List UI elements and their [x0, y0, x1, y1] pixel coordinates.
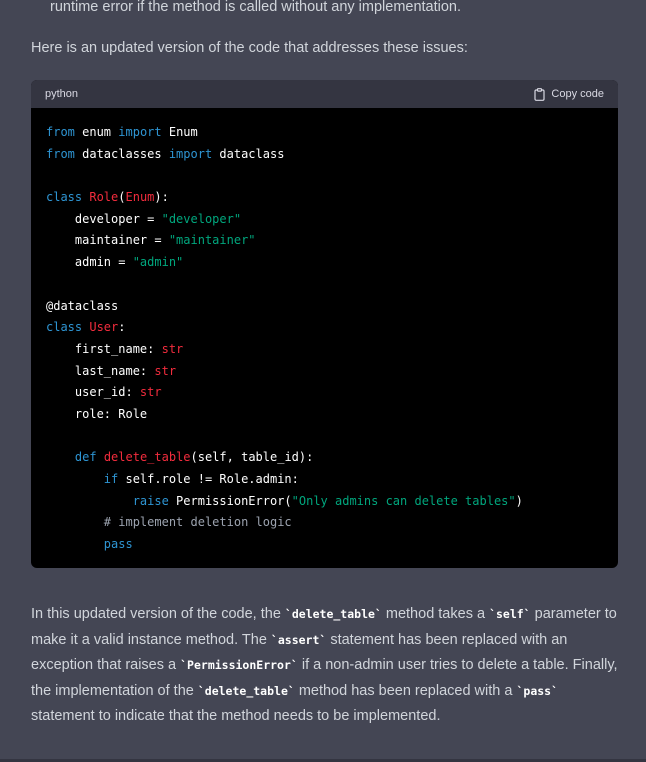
text-span: method takes a	[381, 606, 490, 622]
code-content: from enum import Enum from dataclasses im…	[31, 108, 618, 556]
code-line: def delete_table(self, table_id):	[46, 447, 603, 469]
code-line: first_name: str	[46, 339, 603, 361]
code-token: class	[46, 320, 83, 335]
text-span: method has been replaced with a	[294, 682, 517, 699]
code-token: :	[118, 320, 126, 335]
code-line: developer = "developer"	[46, 209, 603, 231]
code-token: str	[161, 341, 184, 356]
code-token: import	[168, 146, 213, 161]
text-span: In this updated version of the code, the	[31, 606, 285, 622]
code-token: str	[139, 385, 162, 400]
intro-paragraph: Here is an updated version of the code t…	[31, 40, 468, 56]
code-token: delete_table	[103, 450, 191, 465]
code-block-header: python Copy code	[31, 80, 618, 108]
code-token: from	[46, 146, 75, 161]
text-span: statement to indicate that the method ne…	[31, 708, 441, 724]
code-token: enum	[74, 125, 119, 139]
code-token: Enum	[161, 125, 198, 139]
code-token: (	[118, 190, 126, 205]
code-token: "developer"	[161, 211, 242, 226]
code-token: "Only admins can delete tables"	[291, 493, 516, 508]
code-line: class Role(Enum):	[46, 187, 603, 209]
code-token: dataclass	[212, 146, 285, 161]
code-line: role: Role	[46, 404, 603, 426]
code-block: python Copy code from enum import Enum fr…	[31, 80, 618, 568]
code-line: admin = "admin"	[46, 252, 603, 274]
code-token: Role	[89, 190, 119, 205]
inline-code: `delete_table`	[197, 683, 295, 698]
code-line: last_name: str	[46, 361, 603, 383]
code-token: raise	[132, 493, 169, 508]
inline-code: `assert`	[270, 632, 327, 647]
code-token: admin =	[46, 255, 133, 270]
code-token: class	[46, 190, 83, 205]
code-line: from dataclasses import dataclass	[46, 144, 603, 166]
code-token: developer =	[46, 211, 162, 226]
code-token: "admin"	[132, 255, 184, 270]
code-line: # implement deletion logic	[46, 512, 603, 534]
inline-code: `PermissionError`	[180, 658, 298, 672]
code-line: maintainer = "maintainer"	[46, 230, 603, 252]
code-token: last_name:	[46, 363, 155, 378]
inline-code: `self`	[489, 607, 531, 621]
code-line: user_id: str	[46, 382, 603, 404]
code-line: if self.role != Role.admin:	[46, 469, 603, 491]
code-language-label: python	[45, 88, 79, 100]
code-token: role: Role	[46, 406, 148, 421]
code-token: user_id:	[46, 385, 140, 400]
code-line: @dataclass	[46, 296, 603, 318]
code-token: @dataclass	[46, 298, 119, 313]
inline-code: `pass`	[516, 683, 559, 698]
code-token: if	[103, 472, 119, 486]
code-line: pass	[46, 534, 603, 556]
code-token: (self, table_id):	[190, 450, 314, 465]
explanation-paragraph: In this updated version of the code, the…	[31, 602, 621, 730]
code-token: User	[89, 320, 119, 335]
code-token: PermissionError(	[168, 493, 292, 508]
code-token: def	[74, 450, 97, 465]
code-token: ):	[154, 190, 169, 205]
code-line: from enum import Enum	[46, 122, 603, 144]
code-line: class User:	[46, 317, 603, 339]
code-token: import	[118, 125, 162, 139]
code-line: raise PermissionError("Only admins can d…	[46, 491, 603, 513]
code-token: self.role != Role.admin:	[118, 472, 299, 486]
code-token: Enum	[125, 190, 155, 205]
copy-code-button[interactable]: Copy code	[534, 87, 604, 101]
code-token: "maintainer"	[168, 233, 256, 248]
code-token: dataclasses	[74, 146, 169, 161]
code-token: )	[515, 493, 523, 508]
clipboard-icon	[534, 87, 546, 101]
code-token: # implement deletion logic	[46, 515, 292, 530]
code-token: maintainer =	[46, 233, 169, 248]
inline-code: `delete_table`	[284, 607, 382, 621]
code-token: pass	[103, 537, 133, 552]
code-token: from	[46, 125, 75, 139]
copy-code-label: Copy code	[551, 88, 604, 100]
previous-paragraph-fragment: runtime error if the method is called wi…	[50, 0, 462, 15]
code-token: str	[154, 363, 177, 378]
code-token: first_name:	[46, 341, 162, 356]
